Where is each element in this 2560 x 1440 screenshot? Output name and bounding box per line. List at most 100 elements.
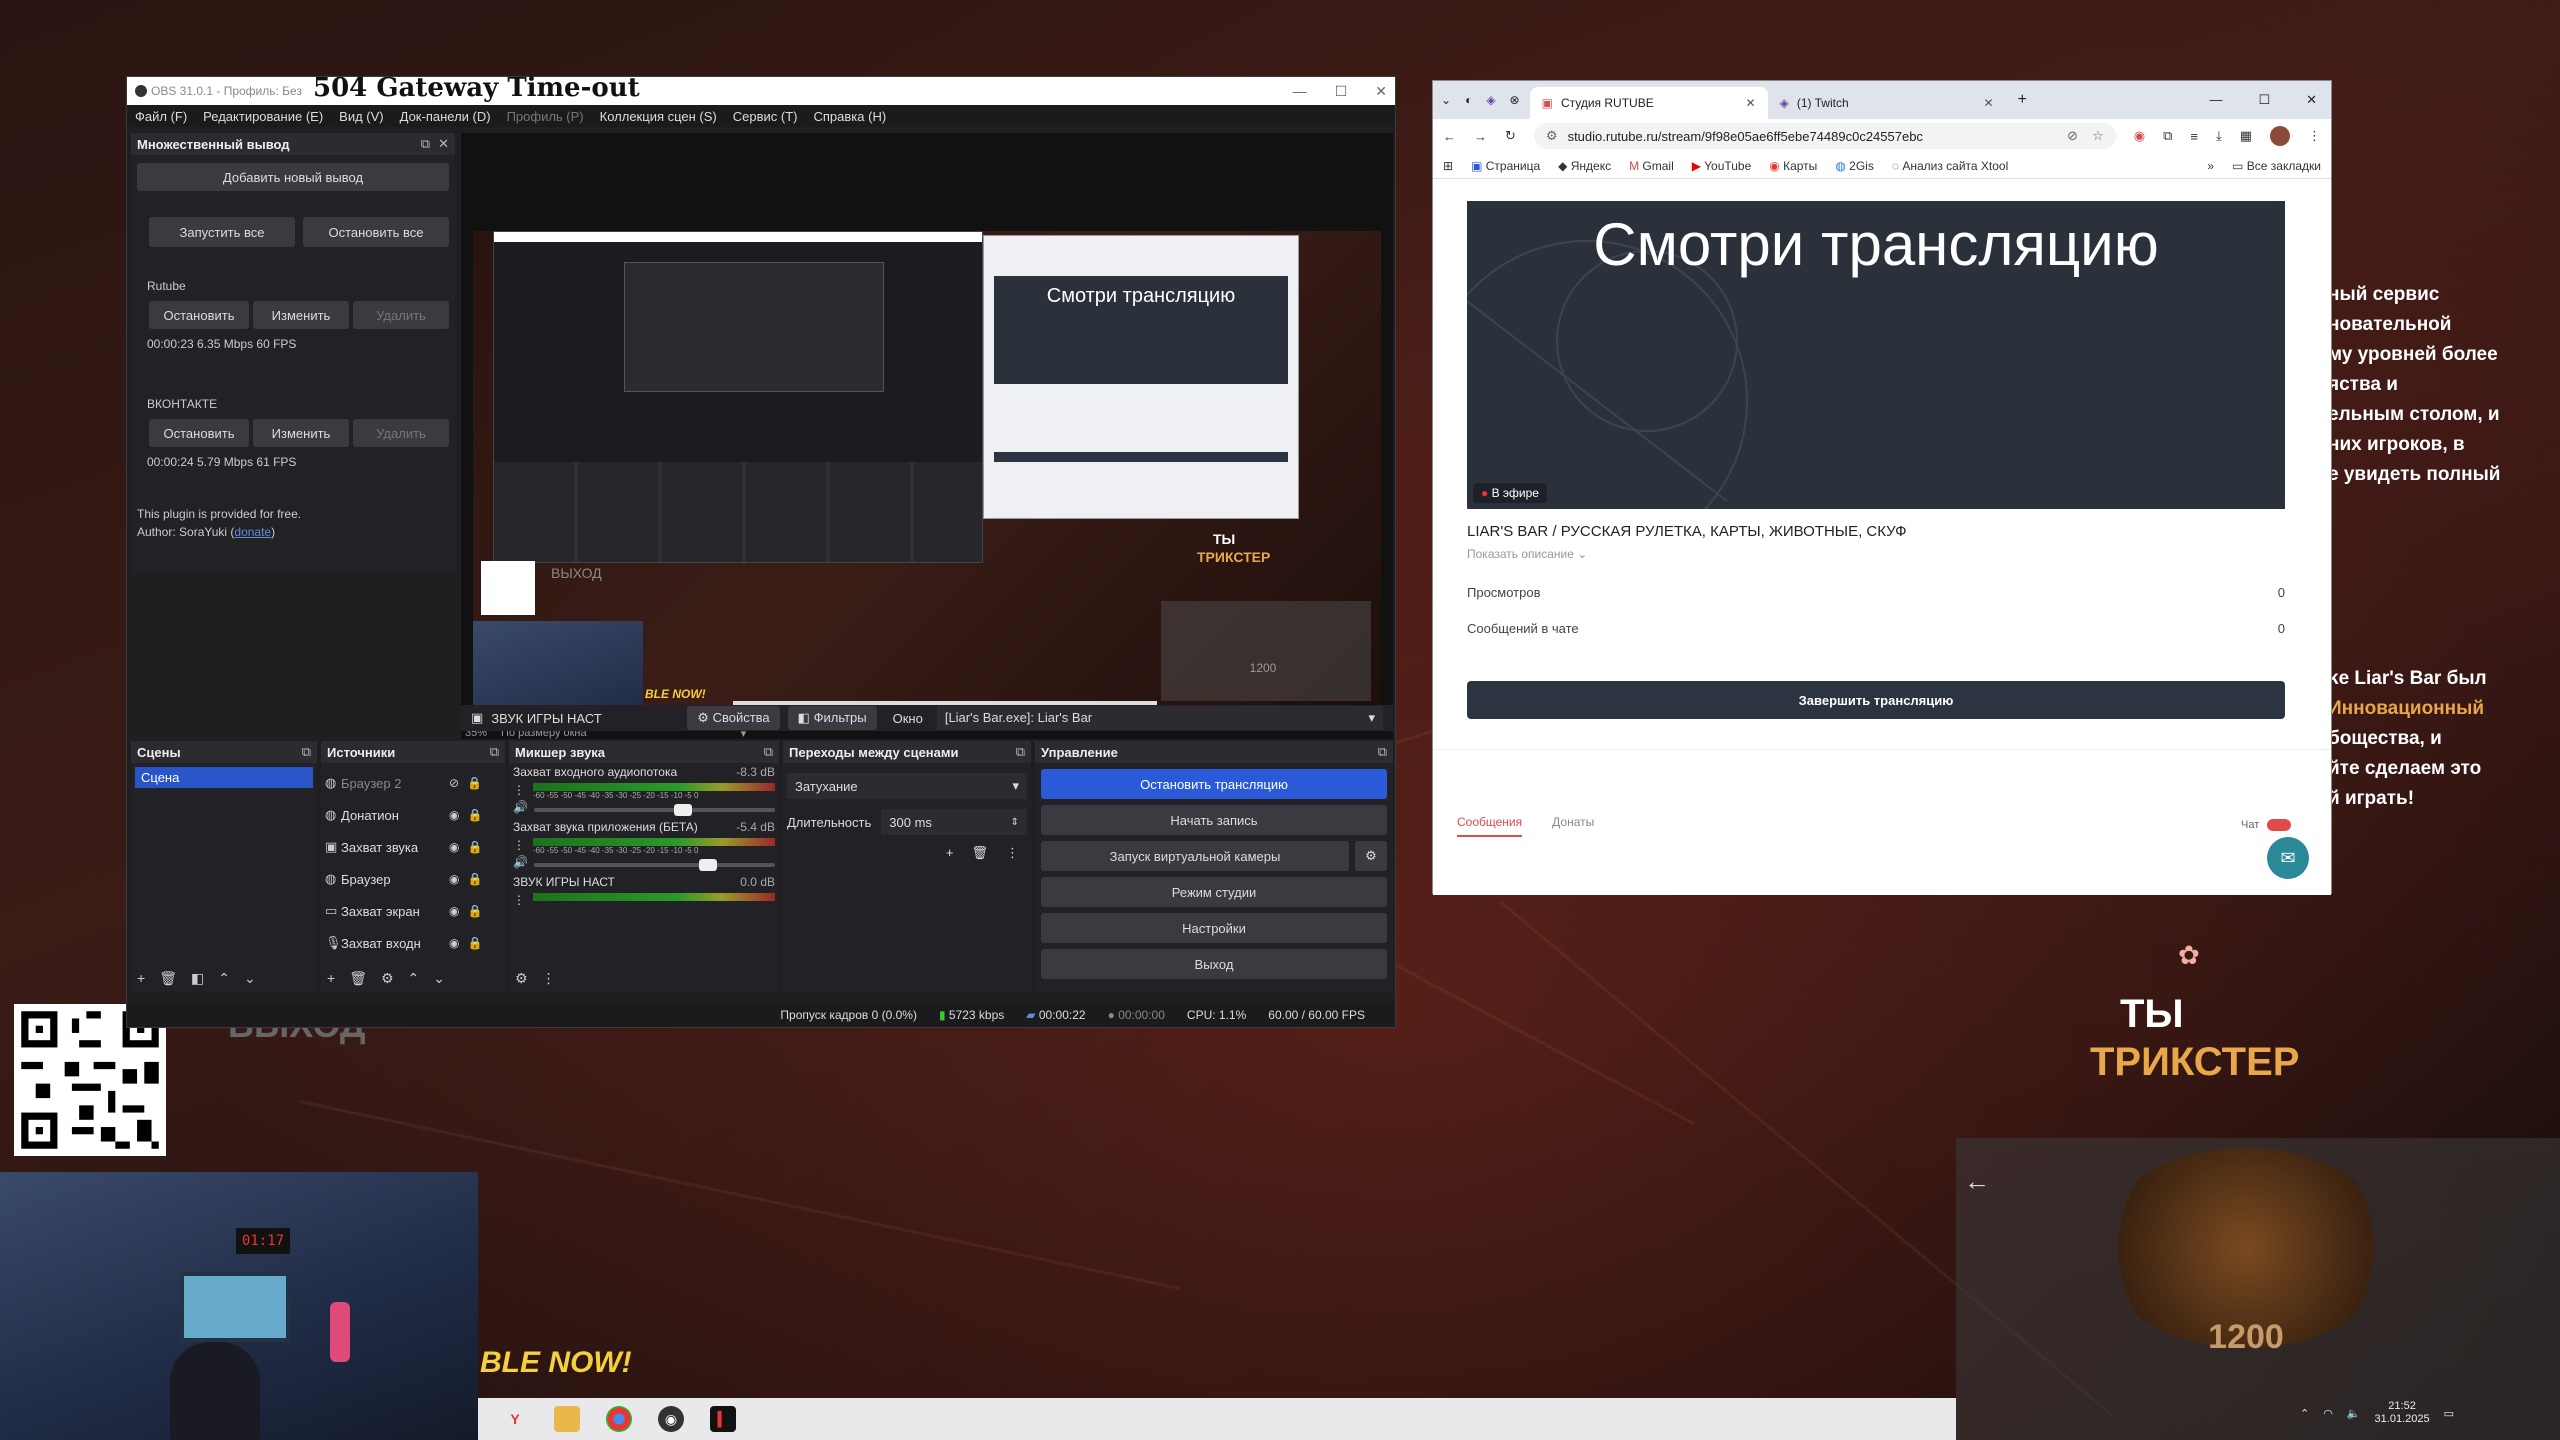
stop-streaming-button[interactable]: Остановить трансляцию <box>1041 769 1387 799</box>
twitch-pinned-icon[interactable]: ◈ <box>1486 93 1495 107</box>
close-tab-icon[interactable]: ✕ <box>1984 96 1994 110</box>
mixer-knob[interactable] <box>674 804 693 816</box>
tab-donations[interactable]: Донаты <box>1552 815 1594 837</box>
collections-icon[interactable]: ▦ <box>2240 128 2252 144</box>
menu-edit[interactable]: Редактирование (E) <box>203 109 323 124</box>
kebab-menu-icon[interactable]: ⋮ <box>2308 128 2321 144</box>
lock-icon[interactable]: 🔒 <box>467 808 482 822</box>
speaker-icon[interactable]: 🔊 <box>513 800 528 814</box>
trash-icon[interactable]: 🗑 <box>349 970 367 987</box>
add-icon[interactable]: + <box>946 845 954 861</box>
arrow-up-icon[interactable]: ⌃ <box>218 970 230 987</box>
eye-off-icon[interactable]: ⊘ <box>449 776 459 790</box>
exit-button[interactable]: Выход <box>1041 949 1387 979</box>
eye-icon[interactable]: ◉ <box>449 872 459 886</box>
liars-bar-icon[interactable]: ▍ <box>710 1406 736 1432</box>
transition-select[interactable]: Затухание ▾ <box>787 773 1027 799</box>
menu-docks[interactable]: Док-панели (D) <box>400 109 491 124</box>
toggle-switch[interactable] <box>2267 819 2292 831</box>
obs-icon[interactable]: ◉ <box>658 1406 684 1432</box>
app-icon[interactable]: ⊗ <box>1510 93 1520 107</box>
tab-search-icon[interactable]: ⌄ <box>1441 93 1451 107</box>
lock-icon[interactable]: 🔒 <box>467 776 482 790</box>
menu-help[interactable]: Справка (H) <box>814 109 887 124</box>
minimize-icon[interactable]: — <box>2209 92 2222 108</box>
show-description-link[interactable]: Показать описание ⌄ <box>1467 547 1587 561</box>
notification-icon[interactable]: ▭ <box>2444 1407 2454 1420</box>
reload-icon[interactable]: ↻ <box>1505 128 1516 144</box>
volume-slider[interactable] <box>533 804 775 816</box>
extension-icon[interactable]: ◐ <box>1465 93 1472 107</box>
speaker-icon[interactable]: 🔊 <box>513 855 528 869</box>
kebab-menu-icon[interactable]: ⋮ <box>1006 845 1019 861</box>
filters-button[interactable]: ◧ Фильтры <box>787 706 877 730</box>
eye-icon[interactable]: ◉ <box>449 904 459 918</box>
menu-scene-collection[interactable]: Коллекция сцен (S) <box>600 109 717 124</box>
rutube-edit-button[interactable]: Изменить <box>253 301 349 329</box>
float-icon[interactable]: ⧉ <box>302 744 311 760</box>
float-icon[interactable]: ⧉ <box>1378 744 1387 760</box>
star-icon[interactable]: ☆ <box>2092 128 2104 144</box>
bookmark-item[interactable]: ▶ YouTube <box>1692 159 1752 173</box>
lock-icon[interactable]: 🔒 <box>467 904 482 918</box>
close-icon[interactable]: ✕ <box>438 136 449 152</box>
preview-canvas[interactable]: Смотри трансляцию ВЫХОД BLE NOW! ТЫ ТРИК… <box>473 231 1381 719</box>
source-item[interactable]: 🎙 Захват входн ◉ 🔒 <box>325 927 501 959</box>
arrow-down-icon[interactable]: ⌄ <box>433 970 445 987</box>
scene-filter-icon[interactable]: ◧ <box>191 970 204 987</box>
tab-rutube-studio[interactable]: ▣ Студия RUTUBE ✕ <box>1529 87 1768 119</box>
back-icon[interactable]: ← <box>1443 129 1456 144</box>
duration-input[interactable]: 300 ms ⇕ <box>881 809 1027 835</box>
site-info-icon[interactable]: ⚙ <box>1546 128 1558 144</box>
add-icon[interactable]: + <box>137 970 145 987</box>
kebab-menu-icon[interactable]: ⋮ <box>542 970 556 987</box>
spinner-icon[interactable]: ⇕ <box>1011 817 1019 828</box>
bookmark-item[interactable]: ◍ 2Gis <box>1835 159 1874 173</box>
close-tab-icon[interactable]: ✕ <box>1746 96 1756 110</box>
download-icon[interactable]: ⤓ <box>2216 128 2222 144</box>
trash-icon[interactable]: 🗑 <box>159 970 177 987</box>
settings-button[interactable]: Настройки <box>1041 913 1387 943</box>
eye-icon[interactable]: ◉ <box>449 936 459 950</box>
source-item[interactable]: ▣ Захват звука ◉ 🔒 <box>325 831 501 863</box>
chat-toggle[interactable]: Чат <box>2241 819 2292 831</box>
add-icon[interactable]: + <box>327 970 335 987</box>
clock[interactable]: 21:52 31.01.2025 <box>2375 1400 2430 1426</box>
lock-icon[interactable]: 🔒 <box>467 872 482 886</box>
lock-icon[interactable]: 🔒 <box>467 840 482 854</box>
avatar[interactable] <box>2270 126 2290 146</box>
more-bookmarks-icon[interactable]: » <box>2207 159 2214 173</box>
tab-messages[interactable]: Сообщения <box>1457 815 1523 837</box>
end-stream-button[interactable]: Завершить трансляцию <box>1467 681 2285 719</box>
vk-delete-button[interactable]: Удалить <box>353 419 449 447</box>
url-input[interactable]: ⚙ studio.rutube.ru/stream/9f98e05ae6ff5e… <box>1533 123 2116 149</box>
start-virtual-camera-button[interactable]: Запуск виртуальной камеры <box>1041 841 1349 871</box>
new-tab-icon[interactable]: + <box>2018 91 2027 109</box>
source-item[interactable]: ◍ Браузер 2 ⊘ 🔒 <box>325 767 501 799</box>
menu-view[interactable]: Вид (V) <box>339 109 383 124</box>
kebab-menu-icon[interactable]: ⋮ <box>513 893 527 907</box>
source-item[interactable]: ▭ Захват экран ◉ 🔒 <box>325 895 501 927</box>
source-item[interactable]: ◍ Донатион ◉ 🔒 <box>325 799 501 831</box>
puzzle-icon[interactable]: ⧉ <box>2163 128 2172 144</box>
window-select[interactable]: [Liar's Bar.exe]: Liar's Bar ▾ <box>936 706 1383 730</box>
chat-support-icon[interactable]: ✉ <box>2267 837 2309 879</box>
vk-stop-button[interactable]: Остановить <box>149 419 249 447</box>
forward-icon[interactable]: → <box>1474 129 1487 144</box>
kebab-menu-icon[interactable]: ⋮ <box>513 783 527 800</box>
chrome-icon[interactable] <box>606 1406 632 1432</box>
start-recording-button[interactable]: Начать запись <box>1041 805 1387 835</box>
rutube-stop-button[interactable]: Остановить <box>149 301 249 329</box>
arrow-left-icon[interactable]: ← <box>1964 1166 1990 1197</box>
tab-twitch[interactable]: ◈ (1) Twitch ✕ <box>1768 87 2006 119</box>
network-icon[interactable]: ◠ <box>2323 1407 2333 1420</box>
kebab-menu-icon[interactable]: ⋮ <box>513 838 527 855</box>
arrow-down-icon[interactable]: ⌄ <box>244 970 256 987</box>
mixer-knob[interactable] <box>698 859 717 871</box>
gear-icon[interactable]: ⚙ <box>1355 841 1387 871</box>
volume-icon[interactable]: 🔈 <box>2347 1407 2361 1420</box>
menu-file[interactable]: Файл (F) <box>135 109 187 124</box>
arrow-up-icon[interactable]: ⌃ <box>408 970 420 987</box>
scene-item[interactable]: Сцена <box>135 767 313 788</box>
start-all-button[interactable]: Запустить все <box>149 217 295 247</box>
